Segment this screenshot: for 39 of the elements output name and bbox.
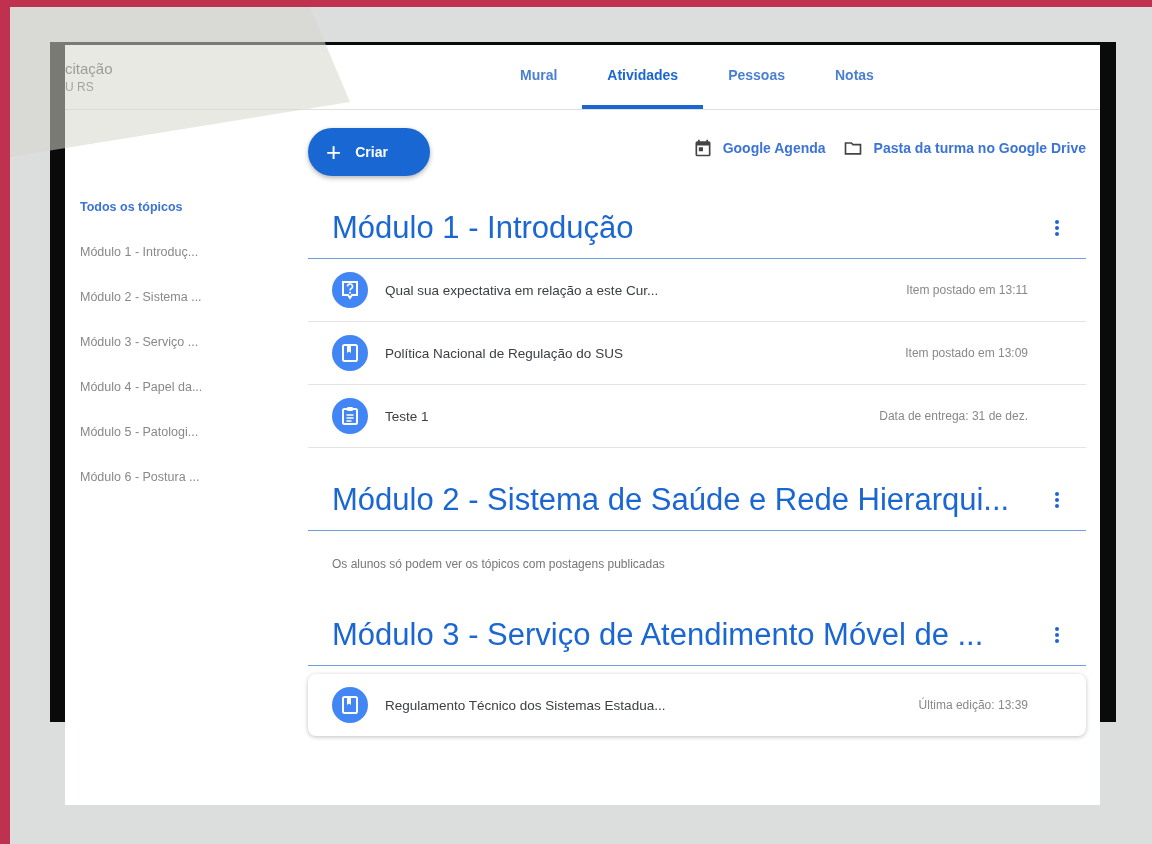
topic-link[interactable]: Todos os tópicos xyxy=(65,200,183,214)
item-date: Última edição: 13:39 xyxy=(918,698,1028,712)
item-title: Teste 1 xyxy=(385,408,430,424)
topic-link[interactable]: Módulo 5 - Patologi... xyxy=(65,425,199,439)
more-options-icon[interactable] xyxy=(1054,491,1060,509)
topic-link[interactable]: Módulo 2 - Sistema ... xyxy=(65,290,202,304)
classwork-item[interactable]: Regulamento Técnico dos Sistemas Estadua... Última edição: 13:39 xyxy=(308,674,1086,736)
topic-link[interactable]: Módulo 3 - Serviço ... xyxy=(65,335,199,349)
topic-link[interactable]: Módulo 6 - Postura ... xyxy=(65,470,200,484)
topic-link[interactable]: Módulo 4 - Papel da... xyxy=(65,380,203,394)
bookmark-icon xyxy=(332,687,368,723)
clipboard-icon xyxy=(332,398,368,434)
topic-note: Os alunos só podem ver os tópicos com postagens publicadas xyxy=(332,557,666,571)
item-title: Qual sua expectativa em relação a este Cur... xyxy=(385,282,660,298)
more-options-icon[interactable] xyxy=(1054,626,1060,644)
more-options-icon[interactable] xyxy=(1054,219,1060,237)
topic-title: Módulo 1 - Introdução xyxy=(332,210,634,246)
item-date: Data de entrega: 31 de dez. xyxy=(879,409,1028,423)
item-title: Regulamento Técnico dos Sistemas Estadua... xyxy=(385,697,667,713)
topic-link[interactable]: Módulo 1 - Introduç... xyxy=(65,245,199,259)
bookmark-icon xyxy=(332,335,368,371)
topic-title: Módulo 3 - Serviço de Atendimento Móvel de ... xyxy=(332,617,984,653)
class-name: citação xyxy=(65,60,114,77)
drive-link[interactable]: Pasta da turma no Google Drive xyxy=(841,138,1086,158)
tab[interactable]: Mural xyxy=(495,45,583,109)
class-section: U RS xyxy=(65,80,305,94)
classwork-item[interactable]: Política Nacional de Regulação do SUS Item postado em 13:09 xyxy=(308,322,1086,385)
item-title: Política Nacional de Regulação do SUS xyxy=(385,345,624,361)
tab[interactable]: Pessoas xyxy=(703,45,810,109)
item-date: Item postado em 13:09 xyxy=(905,346,1028,360)
create-button[interactable]: + Criar xyxy=(308,128,430,176)
tab[interactable]: Notas xyxy=(810,45,899,109)
classwork-item[interactable]: Teste 1 Data de entrega: 31 de dez. xyxy=(308,385,1086,448)
question-icon xyxy=(332,272,368,308)
tab[interactable]: Atividades xyxy=(582,45,704,109)
topic-title: Módulo 2 - Sistema de Saúde e Rede Hierarqui... xyxy=(332,482,1010,518)
item-date: Item postado em 13:11 xyxy=(906,283,1028,297)
classwork-item[interactable]: Qual sua expectativa em relação a este Cur... Item postado em 13:11 xyxy=(308,259,1086,322)
drive-link[interactable]: Google Agenda xyxy=(692,138,826,158)
